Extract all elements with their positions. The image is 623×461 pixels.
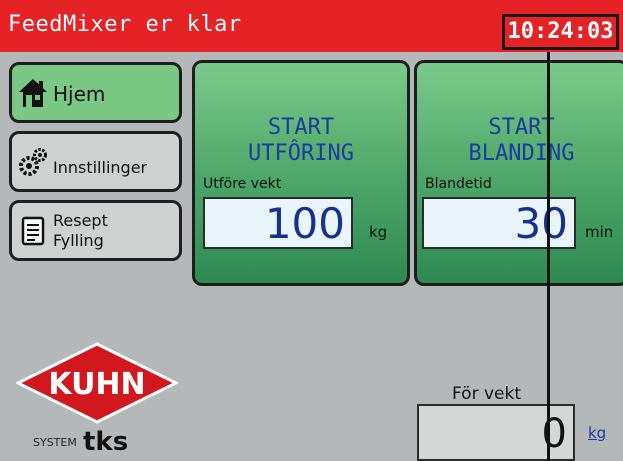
start-label: START [488,115,555,140]
mixing-label: BLANDING [468,141,575,166]
clock-display: 10:24:03 [502,14,619,50]
start-mixing-button[interactable]: START BLANDING Blandetid 30 min [414,60,623,286]
start-label: START [267,115,335,140]
unload-weight-field[interactable]: 100 [203,197,353,249]
feedmixer-screen: FeedMixer er klar 10:24:03 Hjem Innstill… [0,0,623,461]
unloading-label: UTFÔRING [248,141,354,166]
system-logo-text: SYSTEM [33,436,77,449]
home-label: Hjem [53,82,106,106]
kuhn-logo: KUHN [16,342,178,424]
system-tks-logo: SYSTEM tks [33,427,128,454]
kuhn-logo-text: KUHN [48,367,145,402]
status-text: FeedMixer er klar [8,12,242,37]
settings-label: Innstillinger [53,158,148,177]
mix-time-unit: min [585,223,614,241]
mix-time-label: Blandetid [425,176,492,192]
current-weight-unit[interactable]: kg [588,424,606,442]
current-weight-label: För vekt [452,384,521,404]
start-unloading-title: START UTFÔRING [195,115,407,167]
recipe-label: Resept [53,211,108,230]
mix-time-field[interactable]: 30 [422,197,576,249]
tks-logo-text: tks [83,427,128,454]
title-bar: FeedMixer er klar 10:24:03 [0,0,623,52]
gears-icon [19,148,47,176]
settings-button[interactable]: Innstillinger [9,131,182,192]
home-button[interactable]: Hjem [9,62,182,123]
current-weight-field: 0 [417,404,575,461]
recipe-filling-label: Resept Fylling [53,211,173,251]
unload-weight-unit: kg [369,223,388,241]
house-icon [19,79,47,107]
recipe-filling-button[interactable]: Resept Fylling [9,200,182,261]
current-weight-value: 0 [541,411,567,457]
filling-label: Fylling [53,231,104,250]
mix-time-value: 30 [514,199,568,248]
start-mixing-title: START BLANDING [417,115,623,167]
unload-weight-value: 100 [264,199,345,248]
unload-weight-label: Utföre vekt [203,176,282,192]
start-unloading-button[interactable]: START UTFÔRING Utföre vekt 100 kg [192,60,410,286]
pointer-line [547,52,550,461]
document-icon [21,216,45,246]
